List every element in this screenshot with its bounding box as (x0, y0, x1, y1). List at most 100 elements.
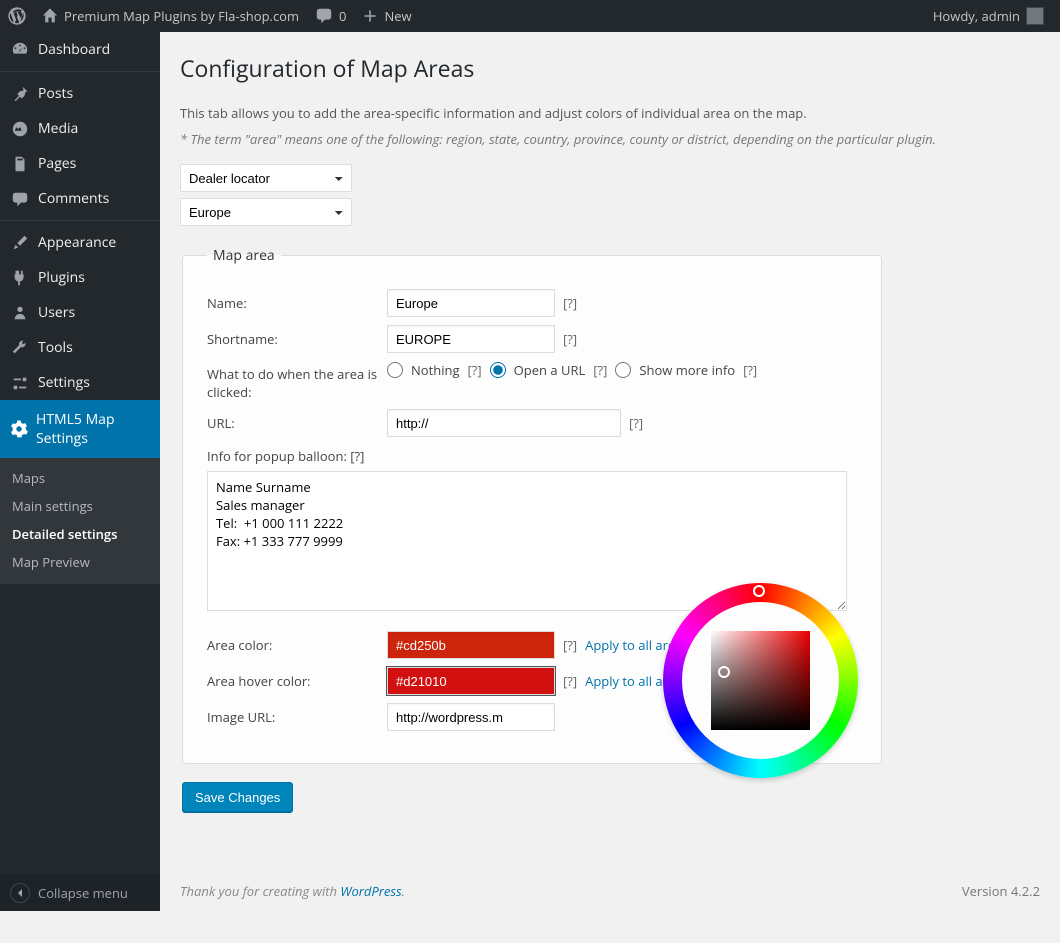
help-hint[interactable]: [?] (563, 672, 577, 690)
area-color-input[interactable] (387, 631, 555, 659)
account-link[interactable]: Howdy, admin (925, 0, 1052, 32)
sidebar-item-comments[interactable]: Comments (0, 181, 160, 216)
sidebar-item-label: HTML5 Map Settings (36, 410, 152, 448)
area-select[interactable]: Europe (180, 198, 352, 226)
url-label: URL: (207, 414, 387, 432)
plus-icon (362, 8, 378, 24)
radio-nothing-label: Nothing (411, 361, 460, 379)
radio-open-url-label: Open a URL (514, 361, 586, 379)
media-icon (11, 120, 29, 138)
avatar (1026, 7, 1044, 25)
sidebar-item-label: Settings (38, 373, 90, 392)
home-icon (42, 8, 58, 24)
submenu-detailed-settings[interactable]: Detailed settings (0, 520, 160, 548)
sidebar-item-label: Posts (38, 84, 73, 103)
intro-note: * The term "area" means one of the follo… (180, 130, 1040, 148)
comments-count: 0 (339, 7, 346, 25)
shortname-label: Shortname: (207, 330, 387, 348)
pin-icon (11, 85, 29, 103)
admin-sidebar: Dashboard Posts Media Pages Comments App… (0, 32, 160, 911)
sidebar-item-dashboard[interactable]: Dashboard (0, 32, 160, 67)
help-hint[interactable]: [?] (563, 330, 577, 348)
footer-thanks: Thank you for creating with (180, 882, 340, 900)
url-input[interactable] (387, 409, 621, 437)
wordpress-icon (8, 7, 26, 25)
help-hint[interactable]: [?] (468, 361, 482, 379)
sidebar-submenu: Maps Main settings Detailed settings Map… (0, 458, 160, 584)
user-icon (11, 304, 29, 322)
sidebar-item-media[interactable]: Media (0, 111, 160, 146)
site-name-link[interactable]: Premium Map Plugins by Fla-shop.com (34, 0, 307, 32)
comment-icon (315, 7, 333, 25)
sidebar-item-posts[interactable]: Posts (0, 76, 160, 111)
color-picker-saturation[interactable] (711, 631, 810, 730)
image-url-input[interactable] (387, 703, 555, 731)
sidebar-item-label: Tools (38, 338, 73, 357)
save-button[interactable]: Save Changes (182, 782, 293, 812)
radio-nothing[interactable] (387, 362, 403, 378)
help-hint[interactable]: [?] (743, 361, 757, 379)
sliders-icon (11, 374, 29, 392)
help-hint[interactable]: [?] (563, 636, 577, 654)
info-label: Info for popup balloon: [?] (207, 447, 847, 465)
collapse-label: Collapse menu (38, 884, 128, 902)
map-select[interactable]: Dealer locator (180, 164, 352, 192)
sidebar-item-label: Users (38, 303, 75, 322)
color-picker[interactable] (663, 583, 858, 778)
sidebar-item-tools[interactable]: Tools (0, 330, 160, 365)
sidebar-item-settings[interactable]: Settings (0, 365, 160, 400)
sidebar-item-label: Plugins (38, 268, 85, 287)
sidebar-item-label: Media (38, 119, 78, 138)
admin-top-bar: Premium Map Plugins by Fla-shop.com 0 Ne… (0, 0, 1060, 32)
radio-show-more-label: Show more info (639, 361, 735, 379)
submenu-map-preview[interactable]: Map Preview (0, 548, 160, 576)
sidebar-item-label: Dashboard (38, 40, 110, 59)
comment-icon (11, 190, 29, 208)
new-content-link[interactable]: New (354, 0, 419, 32)
page-icon (11, 155, 29, 173)
wrench-icon (11, 339, 29, 357)
dashboard-icon (11, 41, 29, 59)
color-picker-sv-handle[interactable] (718, 666, 730, 678)
sidebar-item-map-settings[interactable]: HTML5 Map Settings (0, 400, 160, 458)
name-label: Name: (207, 294, 387, 312)
howdy-text: Howdy, admin (933, 7, 1020, 25)
submenu-maps[interactable]: Maps (0, 464, 160, 492)
hover-color-input[interactable] (387, 667, 555, 695)
plug-icon (11, 269, 29, 287)
sidebar-item-pages[interactable]: Pages (0, 146, 160, 181)
sidebar-item-label: Comments (38, 189, 109, 208)
submenu-main-settings[interactable]: Main settings (0, 492, 160, 520)
sidebar-item-label: Pages (38, 154, 76, 173)
sidebar-item-appearance[interactable]: Appearance (0, 225, 160, 260)
fieldset-legend: Map area (207, 246, 281, 265)
radio-open-url[interactable] (490, 362, 506, 378)
admin-footer: Thank you for creating with WordPress. V… (180, 842, 1040, 914)
gear-icon (10, 420, 28, 438)
radio-show-more[interactable] (615, 362, 631, 378)
site-name: Premium Map Plugins by Fla-shop.com (64, 7, 299, 25)
intro-text: This tab allows you to add the area-spec… (180, 104, 1040, 122)
sidebar-item-label: Appearance (38, 233, 116, 252)
click-action-label: What to do when the area is clicked: (207, 361, 387, 401)
area-color-label: Area color: (207, 636, 387, 654)
comments-link[interactable]: 0 (307, 0, 354, 32)
color-picker-hue-handle[interactable] (753, 585, 765, 597)
image-url-label: Image URL: (207, 708, 387, 726)
footer-wp-link[interactable]: WordPress (340, 882, 401, 900)
chevron-left-icon (15, 888, 25, 898)
shortname-input[interactable] (387, 325, 555, 353)
collapse-menu[interactable]: Collapse menu (0, 875, 160, 911)
page-title: Configuration of Map Areas (180, 52, 1040, 84)
footer-version: Version 4.2.2 (962, 882, 1040, 900)
wp-logo[interactable] (0, 0, 34, 32)
help-hint[interactable]: [?] (593, 361, 607, 379)
help-hint[interactable]: [?] (629, 414, 643, 432)
brush-icon (11, 234, 29, 252)
new-label: New (384, 7, 411, 25)
name-input[interactable] (387, 289, 555, 317)
sidebar-item-plugins[interactable]: Plugins (0, 260, 160, 295)
sidebar-item-users[interactable]: Users (0, 295, 160, 330)
hover-color-label: Area hover color: (207, 672, 387, 690)
help-hint[interactable]: [?] (563, 294, 577, 312)
